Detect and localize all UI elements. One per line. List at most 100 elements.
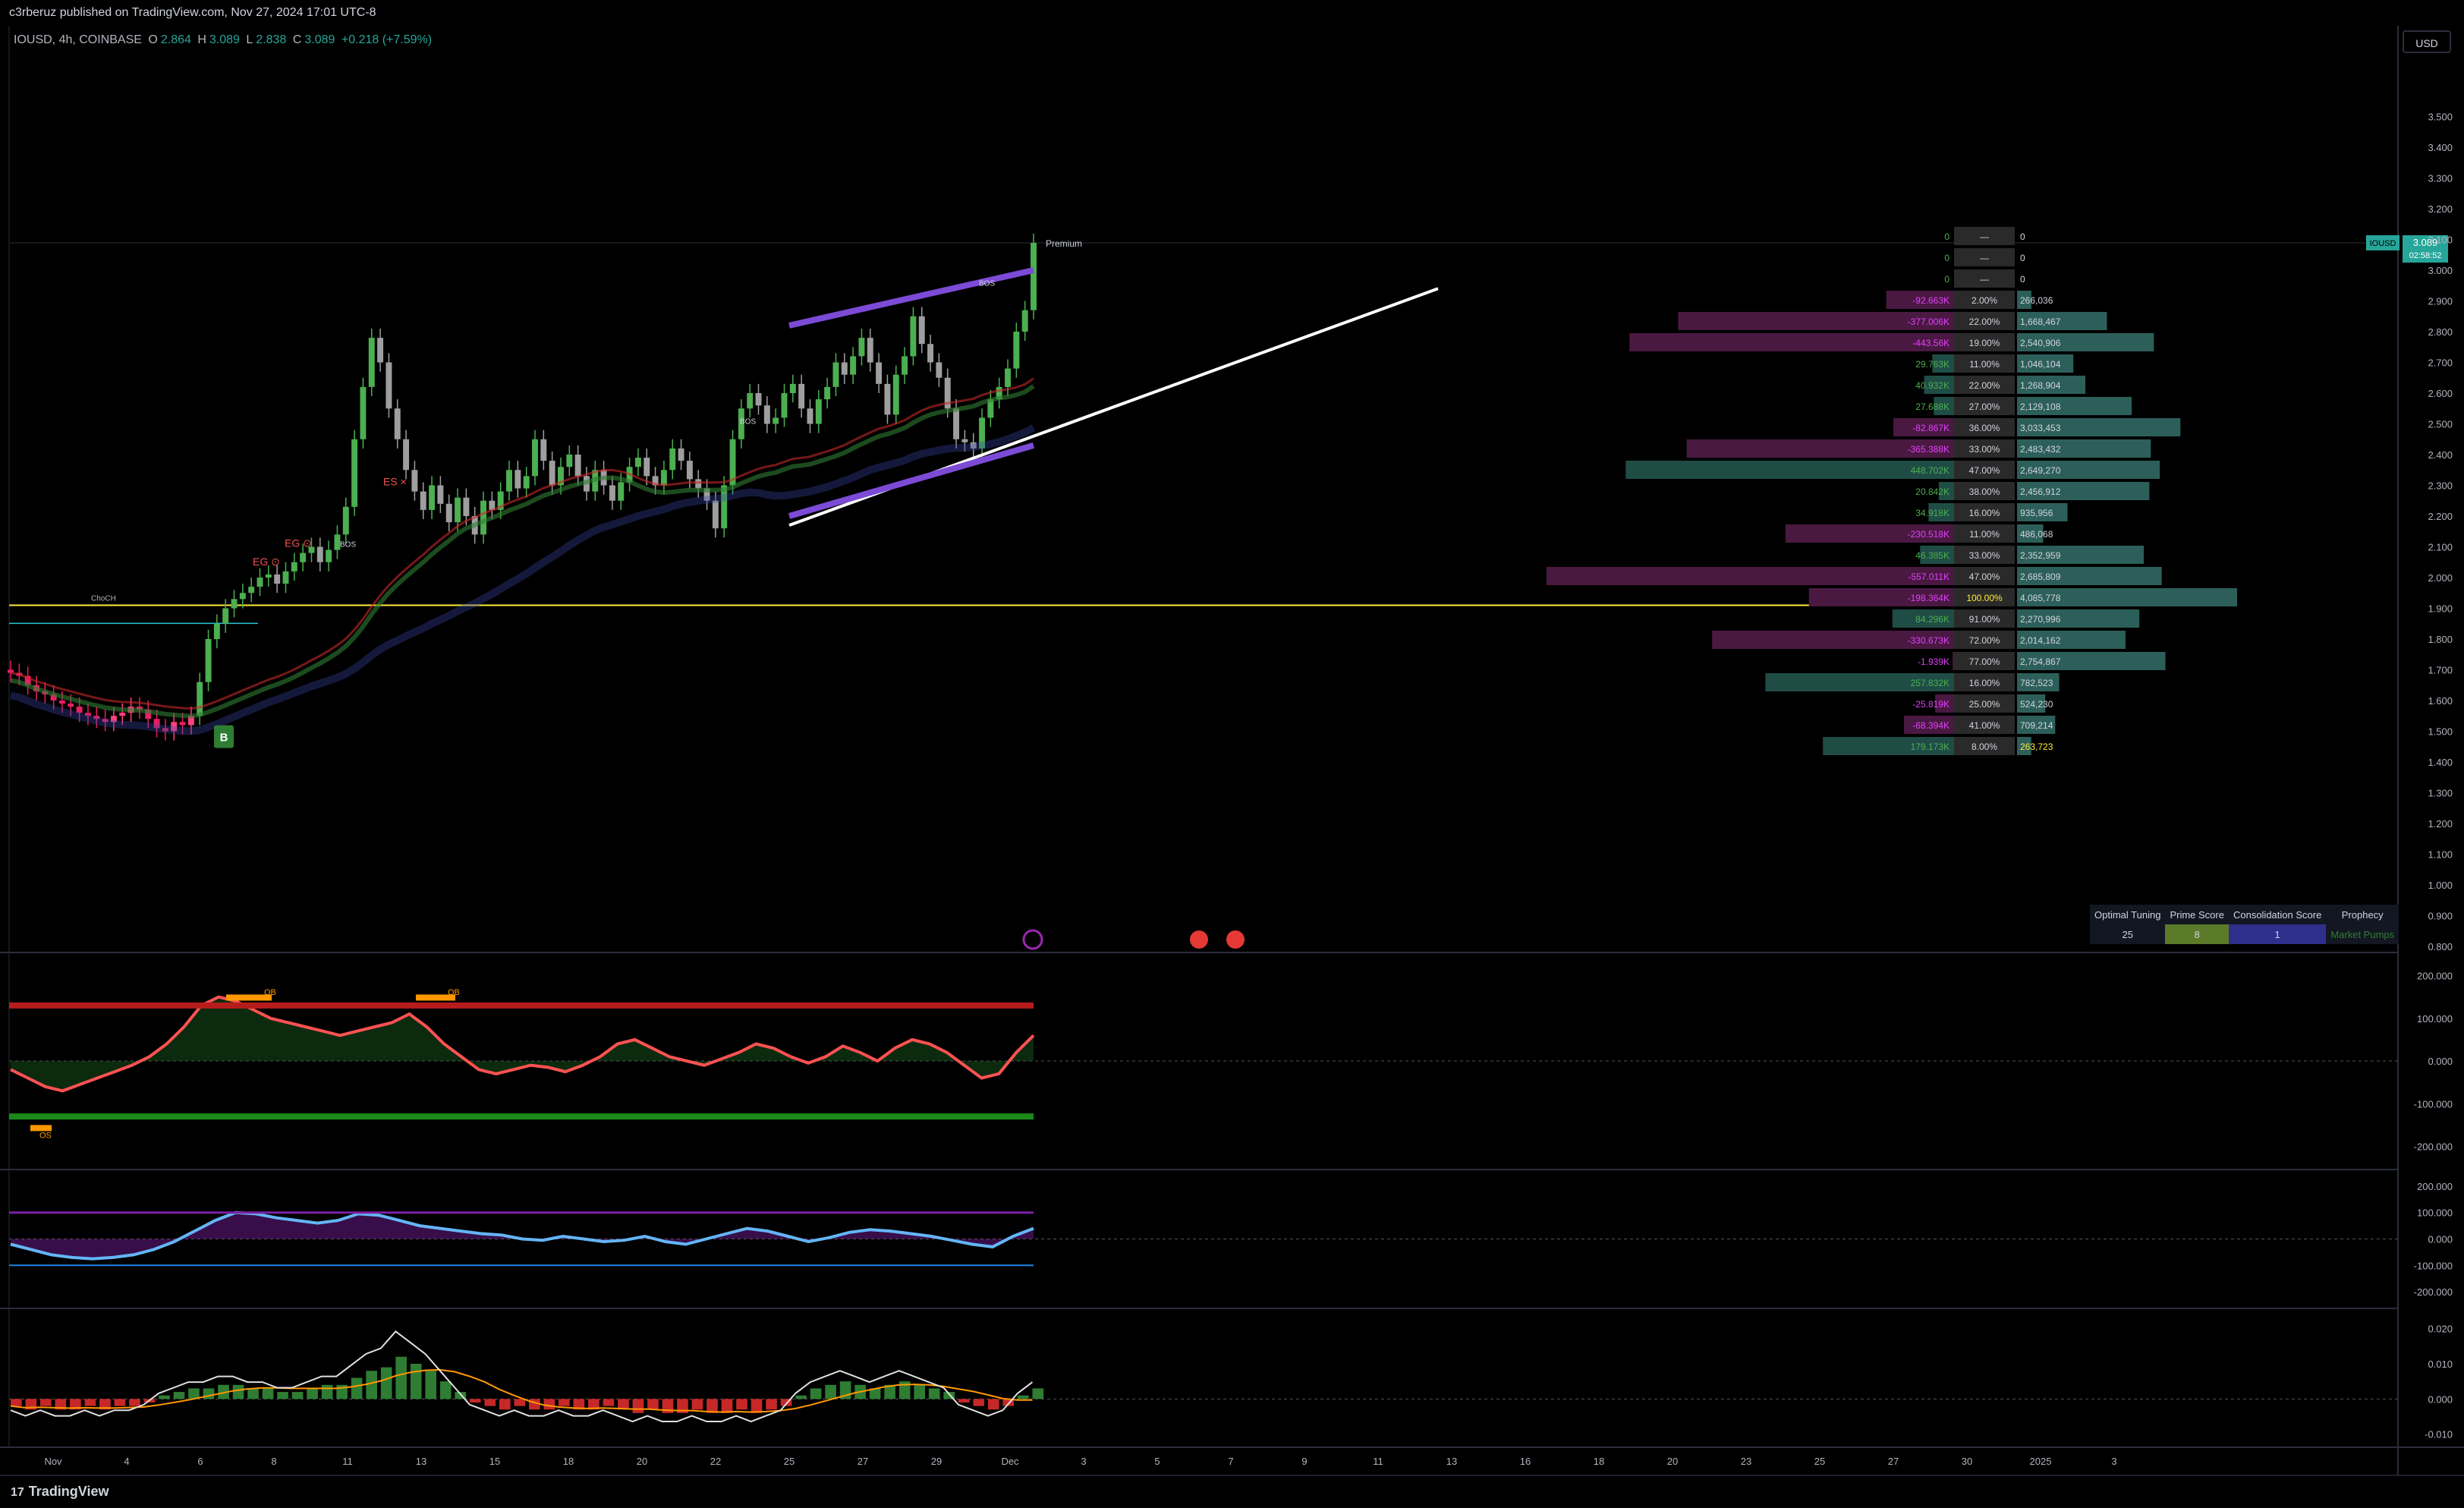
volume-cell: 1,668,467: [2020, 316, 2061, 327]
hist-bar: [410, 1363, 422, 1399]
currency-button[interactable]: USD: [2403, 30, 2451, 53]
volume-cell: 2,270,996: [2020, 614, 2061, 625]
volume-cell: 1,046,104: [2020, 359, 2061, 370]
hist-bar: [559, 1399, 570, 1406]
candle-body: [119, 713, 126, 716]
candle-body: [445, 503, 452, 523]
candle-body: [755, 393, 762, 406]
price-tick-25: 1.000: [2428, 880, 2453, 891]
candle-body: [455, 497, 461, 523]
hist-bar: [736, 1399, 747, 1410]
candle-body: [197, 682, 203, 716]
volume-cell: 4,085,778: [2020, 593, 2061, 603]
candle-body: [1031, 242, 1037, 310]
time-tick-18: 11: [1373, 1456, 1383, 1467]
hist-bar: [395, 1356, 408, 1399]
candle-body: [832, 362, 839, 387]
candle-body: [523, 476, 530, 489]
percent-cell: 36.00%: [1969, 423, 2000, 433]
hist-bar: [247, 1388, 259, 1399]
hist-bar: [1032, 1388, 1044, 1399]
candle-body: [892, 374, 899, 415]
time-tick-12: 29: [931, 1456, 942, 1467]
time-tick-0: Nov: [44, 1456, 62, 1467]
candle-body: [1013, 332, 1020, 369]
price-tick-1: 3.400: [2428, 142, 2453, 153]
change-value: +0.218 (+7.59%): [341, 33, 433, 46]
time-tick-24: 25: [1814, 1456, 1825, 1467]
candle-body: [256, 578, 263, 587]
percent-cell: 100.00%: [1966, 593, 2003, 603]
candle-body: [747, 393, 754, 409]
delta-cell: -1.939K: [1918, 656, 1949, 667]
delta-cell: -25.819K: [1912, 699, 1949, 710]
candle-body: [686, 461, 693, 480]
score-header-2: Consolidation Score: [2228, 905, 2327, 924]
percent-cell: 19.00%: [1969, 338, 2000, 348]
delta-cell: 40.932K: [1915, 380, 1949, 391]
volume-cell: 2,352,959: [2020, 550, 2061, 561]
delta-cell: -82.867K: [1912, 423, 1949, 433]
candle-body: [678, 448, 684, 461]
volume-cell: 0: [2020, 231, 2025, 242]
hist-bar: [958, 1399, 970, 1403]
osc2-tick-4: -200.000: [2414, 1286, 2453, 1298]
percent-cell: 41.00%: [1969, 720, 2000, 731]
price-tick-23: 1.200: [2428, 818, 2453, 830]
candle-body: [480, 500, 486, 535]
buy-badge: B: [220, 732, 228, 745]
hist-tick-1: 0.010: [2428, 1358, 2453, 1370]
time-tick-22: 20: [1667, 1456, 1678, 1467]
price-tick-20: 1.500: [2428, 726, 2453, 738]
candle-body: [1005, 368, 1011, 387]
osc1-tick-4: -200.000: [2414, 1141, 2453, 1153]
volume-cell: 2,483,432: [2020, 444, 2061, 455]
chart-area[interactable]: Premium ChoCH BOS BOS BOS ES × EG ⊙ EG ⊙ B IOUSD 3…: [0, 26, 2464, 1475]
delta-cell: -365.388K: [1908, 444, 1949, 455]
time-tick-1: 4: [124, 1456, 129, 1467]
volume-cell: 0: [2020, 253, 2025, 263]
delta-cell: -92.663K: [1912, 295, 1949, 306]
hist-bar: [173, 1392, 185, 1399]
candle-body: [884, 383, 891, 415]
volume-cell: 263,723: [2020, 741, 2053, 752]
tradingview-logo[interactable]: 17 TradingView: [11, 1484, 109, 1500]
hist-bar: [159, 1395, 170, 1399]
volume-cell: 2,649,270: [2020, 465, 2061, 476]
hist-bar: [484, 1399, 496, 1406]
candle-body: [231, 599, 238, 609]
candle-body: [532, 439, 538, 477]
hist-bar: [751, 1399, 763, 1413]
percent-cell: 33.00%: [1969, 444, 2000, 455]
eg-label-1: EG ⊙: [285, 537, 312, 549]
candle-body: [781, 393, 788, 418]
delta-cell: 20.842K: [1915, 486, 1949, 497]
close-label: C: [292, 33, 302, 46]
candle-body: [429, 485, 436, 510]
candle-body: [437, 485, 444, 504]
candle-body: [918, 316, 925, 345]
hist-bar: [307, 1388, 318, 1399]
hist-bar: [721, 1399, 733, 1413]
candle-body: [351, 439, 358, 507]
price-tick-21: 1.400: [2428, 757, 2453, 768]
price-tick-11: 2.400: [2428, 449, 2453, 461]
candle-body: [549, 461, 555, 486]
high-value: 3.089: [209, 33, 240, 46]
hist-bar: [973, 1399, 985, 1406]
price-tick-16: 1.900: [2428, 603, 2453, 615]
candle-body: [669, 448, 676, 471]
high-label: H: [197, 33, 206, 46]
percent-cell: 27.00%: [1969, 401, 2000, 412]
score-value-0: 25: [2090, 924, 2166, 944]
close-value: 3.089: [304, 33, 335, 46]
hist-bar: [262, 1388, 274, 1399]
hist-bar: [543, 1399, 555, 1410]
hist-tick-2: 0.000: [2428, 1393, 2453, 1405]
price-tick-18: 1.700: [2428, 665, 2453, 676]
candle-body: [368, 338, 375, 387]
candle-body: [574, 455, 581, 477]
candle-body: [265, 574, 272, 578]
osc1-tick-3: -100.000: [2414, 1098, 2453, 1110]
candle-body: [867, 338, 873, 363]
